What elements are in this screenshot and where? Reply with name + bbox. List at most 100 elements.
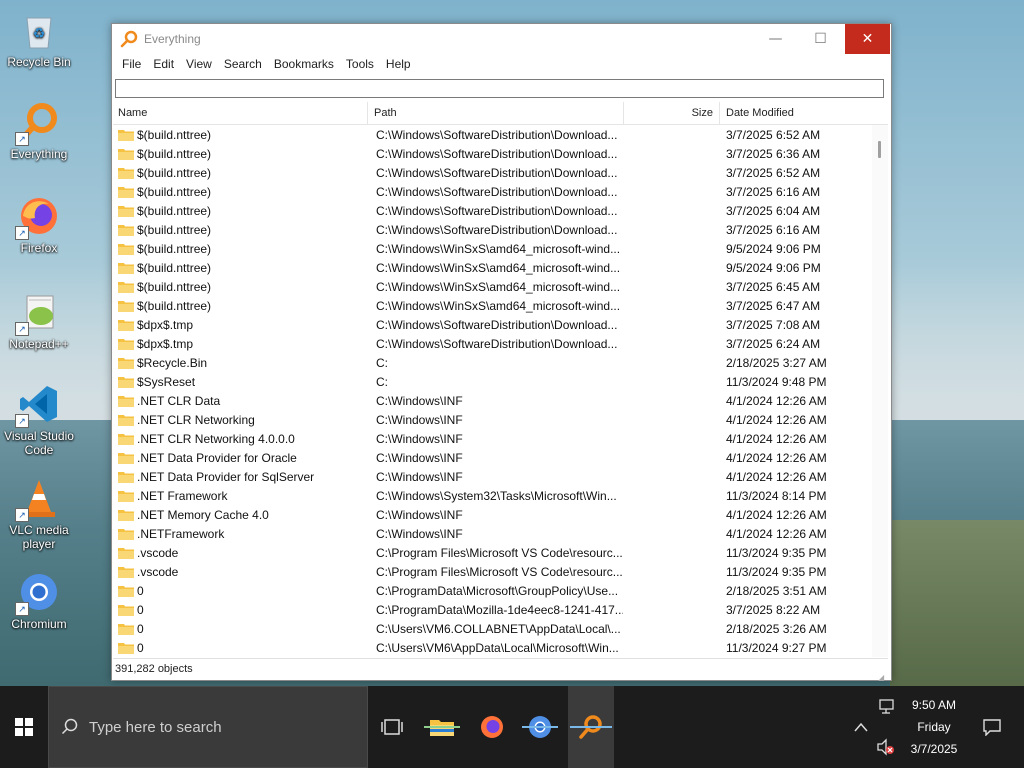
maximize-button[interactable]: ☐ (798, 24, 843, 54)
desktop-icon-vscode[interactable]: ↗ Visual Studio Code (0, 382, 78, 457)
folder-icon (118, 452, 134, 464)
table-row[interactable]: .vscode C:\Program Files\Microsoft VS Cod… (113, 562, 872, 581)
column-header-path[interactable]: Path (367, 102, 623, 124)
network-icon[interactable] (876, 698, 896, 718)
taskbar-file-explorer[interactable] (422, 686, 462, 768)
status-bar: 391,282 objects ◢ (113, 658, 888, 682)
desktop-icon-recycle-bin[interactable]: ♻ Recycle Bin (0, 8, 78, 69)
table-row[interactable]: $(build.nttree) C:\Windows\WinSxS\amd64_m… (113, 277, 872, 296)
table-row[interactable]: $(build.nttree) C:\Windows\SoftwareDistri… (113, 220, 872, 239)
menu-file[interactable]: File (116, 57, 147, 71)
table-row[interactable]: $(build.nttree) C:\Windows\SoftwareDistri… (113, 144, 872, 163)
clock[interactable]: 9:50 AM Friday 3/7/2025 (900, 694, 968, 760)
volume-muted-icon[interactable] (876, 738, 896, 758)
file-name-cell: 0 (113, 641, 367, 655)
table-row[interactable]: $dpx$.tmp C:\Windows\SoftwareDistribution… (113, 315, 872, 334)
start-button[interactable] (0, 686, 48, 768)
file-date-modified: 9/5/2024 9:06 PM (726, 260, 821, 275)
folder-icon (118, 604, 134, 616)
shortcut-arrow-icon: ↗ (15, 602, 29, 616)
table-row[interactable]: $Recycle.Bin C: 2/18/2025 3:27 AM (113, 353, 872, 372)
table-row[interactable]: $SysReset C: 11/3/2024 9:48 PM (113, 372, 872, 391)
column-header-name[interactable]: Name (113, 102, 367, 124)
file-name-cell: $(build.nttree) (113, 166, 367, 180)
file-date-modified: 4/1/2024 12:26 AM (726, 393, 827, 408)
file-name: .NET CLR Data (137, 393, 221, 408)
menu-help[interactable]: Help (380, 57, 417, 71)
file-path: C:\Windows\INF (376, 393, 463, 408)
close-button[interactable]: ✕ (845, 24, 890, 54)
table-row[interactable]: .NETFramework C:\Windows\INF 4/1/2024 12:2… (113, 524, 872, 543)
file-date-modified: 3/7/2025 6:36 AM (726, 146, 821, 161)
desktop-icon-chromium[interactable]: ↗ Chromium (0, 570, 78, 631)
folder-icon (118, 281, 134, 293)
desktop-icon-notepadpp[interactable]: ↗ Notepad++ (0, 290, 78, 351)
file-date-modified: 4/1/2024 12:26 AM (726, 507, 827, 522)
notifications-button[interactable] (972, 686, 1012, 768)
table-row[interactable]: .NET Data Provider for Oracle C:\Windows\… (113, 448, 872, 467)
show-hidden-icons-button[interactable] (842, 686, 880, 768)
file-name-cell: .NET Data Provider for Oracle (113, 451, 367, 465)
desktop-icon-label: Recycle Bin (7, 55, 71, 69)
menu-tools[interactable]: Tools (340, 57, 380, 71)
table-row[interactable]: .NET CLR Networking 4.0.0.0 C:\Windows\IN… (113, 429, 872, 448)
desktop-icon-everything[interactable]: ↗ Everything (0, 100, 78, 161)
table-row[interactable]: 0 C:\ProgramData\Mozilla-1de4eec8-1241-41… (113, 600, 872, 619)
table-row[interactable]: $(build.nttree) C:\Windows\WinSxS\amd64_m… (113, 296, 872, 315)
table-row[interactable]: $dpx$.tmp C:\Windows\SoftwareDistribution… (113, 334, 872, 353)
table-row[interactable]: .NET CLR Data C:\Windows\INF 4/1/2024 12:2… (113, 391, 872, 410)
table-row[interactable]: 0 C:\Users\VM6.COLLABNET\AppData\Local\..… (113, 619, 872, 638)
folder-icon (118, 433, 134, 445)
resize-grip-icon[interactable]: ◢ (878, 668, 886, 682)
file-path: C:\Windows\WinSxS\amd64_microsoft-wind..… (376, 241, 621, 256)
taskbar-search-box[interactable]: Type here to search (48, 686, 368, 768)
table-row[interactable]: 0 C:\Users\VM6\AppData\Local\Microsoft\Wi… (113, 638, 872, 657)
shortcut-arrow-icon: ↗ (15, 322, 29, 336)
taskbar-chromium[interactable] (520, 686, 560, 768)
menu-view[interactable]: View (180, 57, 218, 71)
table-row[interactable]: $(build.nttree) C:\Windows\SoftwareDistri… (113, 163, 872, 182)
menu-bookmarks[interactable]: Bookmarks (268, 57, 340, 71)
vertical-scrollbar[interactable] (872, 125, 888, 657)
folder-icon (118, 490, 134, 502)
table-row[interactable]: $(build.nttree) C:\Windows\WinSxS\amd64_m… (113, 239, 872, 258)
minimize-button[interactable]: — (753, 24, 798, 54)
folder-icon (118, 148, 134, 160)
file-date-modified: 3/7/2025 6:24 AM (726, 336, 821, 351)
table-row[interactable]: 0 C:\ProgramData\Microsoft\GroupPolicy\Us… (113, 581, 872, 600)
file-name-cell: $Recycle.Bin (113, 356, 367, 370)
object-count: 391,282 objects (115, 663, 193, 675)
file-name-cell: .NET CLR Networking (113, 413, 367, 427)
menu-edit[interactable]: Edit (147, 57, 180, 71)
table-row[interactable]: .NET CLR Networking C:\Windows\INF 4/1/202… (113, 410, 872, 429)
search-input[interactable] (115, 78, 884, 98)
table-row[interactable]: $(build.nttree) C:\Windows\SoftwareDistri… (113, 201, 872, 220)
file-name: 0 (137, 621, 144, 636)
taskbar-everything[interactable] (568, 686, 614, 768)
windows-logo-icon (15, 718, 33, 736)
table-row[interactable]: $(build.nttree) C:\Windows\SoftwareDistri… (113, 125, 872, 144)
scrollbar-thumb[interactable] (878, 141, 881, 158)
table-row[interactable]: .vscode C:\Program Files\Microsoft VS Cod… (113, 543, 872, 562)
window-titlebar[interactable]: Everything — ☐ ✕ (112, 24, 891, 54)
file-path: C:\Users\VM6.COLLABNET\AppData\Local\... (376, 621, 621, 636)
table-row[interactable]: $(build.nttree) C:\Windows\SoftwareDistri… (113, 182, 872, 201)
folder-icon (118, 357, 134, 369)
file-path: C:\Users\VM6\AppData\Local\Microsoft\Win… (376, 640, 619, 655)
file-name: $(build.nttree) (137, 241, 212, 256)
column-header-date-modified[interactable]: Date Modified (719, 102, 872, 124)
folder-icon (118, 300, 134, 312)
table-row[interactable]: .NET Memory Cache 4.0 C:\Windows\INF 4/1/2… (113, 505, 872, 524)
table-row[interactable]: .NET Data Provider for SqlServer C:\Windo… (113, 467, 872, 486)
file-date-modified: 2/18/2025 3:51 AM (726, 583, 827, 598)
file-name-cell: $(build.nttree) (113, 280, 367, 294)
taskbar-firefox[interactable] (472, 686, 512, 768)
desktop-icon-firefox[interactable]: ↗ Firefox (0, 194, 78, 255)
desktop-icon-vlc[interactable]: ↗ VLC media player (0, 476, 78, 551)
menu-search[interactable]: Search (218, 57, 268, 71)
column-header-size[interactable]: Size (623, 102, 719, 124)
chevron-up-icon (854, 722, 868, 732)
task-view-button[interactable] (372, 686, 412, 768)
table-row[interactable]: $(build.nttree) C:\Windows\WinSxS\amd64_m… (113, 258, 872, 277)
table-row[interactable]: .NET Framework C:\Windows\System32\Tasks\… (113, 486, 872, 505)
